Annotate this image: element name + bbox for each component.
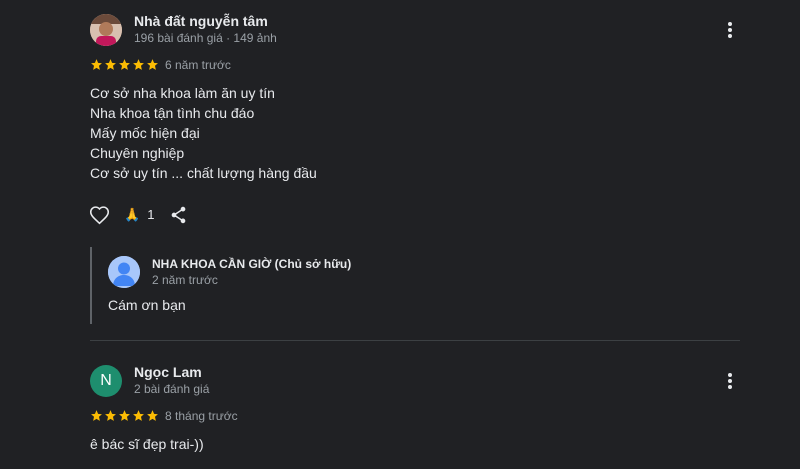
reviewer-name[interactable]: Nhà đất nguyễn tâm: [134, 13, 268, 29]
reviewer-name[interactable]: Ngọc Lam: [134, 364, 202, 380]
heart-icon: [89, 206, 110, 225]
star-icon: [119, 59, 130, 70]
star-icon: [119, 410, 130, 421]
star-rating: [90, 58, 159, 71]
owner-reply-text: Cám ơn bạn: [108, 297, 186, 313]
more-options-icon[interactable]: [718, 18, 742, 42]
review-line: Cơ sở nha khoa làm ăn uy tín: [90, 85, 275, 101]
star-icon: [105, 59, 116, 70]
star-icon: [91, 59, 102, 70]
reviewer-avatar[interactable]: N: [90, 365, 122, 397]
star-rating: [90, 409, 159, 422]
person-icon: [108, 256, 140, 288]
review-line: Cơ sở uy tín ... chất lượng hàng đầu: [90, 165, 317, 181]
reviewer-avatar[interactable]: [90, 14, 122, 46]
reaction-button[interactable]: 🙏 1: [124, 206, 154, 224]
like-button[interactable]: [89, 205, 110, 225]
review-date: 6 năm trước: [165, 58, 231, 72]
review-date: 8 tháng trước: [165, 409, 238, 423]
review-text: ê bác sĩ đẹp trai-)): [90, 436, 204, 452]
reviewer-meta: 2 bài đánh giá: [134, 382, 210, 396]
star-icon: [91, 410, 102, 421]
share-icon: [171, 206, 186, 224]
star-icon: [133, 59, 144, 70]
reviewer-photo-icon: [90, 14, 122, 46]
review-line: Nha khoa tận tình chu đáo: [90, 105, 255, 121]
avatar-letter: N: [100, 372, 112, 389]
star-icon: [133, 410, 144, 421]
reaction-count: 1: [147, 207, 155, 222]
review-line: Mấy mốc hiện đại: [90, 125, 200, 141]
share-button[interactable]: [170, 206, 187, 224]
star-icon: [147, 410, 158, 421]
review-line: Chuyên nghiệp: [90, 145, 185, 161]
review-text: Cơ sở nha khoa làm ăn uy tín Nha khoa tậ…: [90, 83, 317, 183]
reviewer-meta: 196 bài đánh giá · 149 ảnh: [134, 31, 277, 45]
owner-avatar: [108, 256, 140, 288]
owner-reply-date: 2 năm trước: [152, 273, 218, 287]
more-options-icon[interactable]: [718, 369, 742, 393]
reply-border: [90, 247, 92, 324]
pray-emoji-icon: 🙏: [124, 207, 141, 222]
star-icon: [147, 59, 158, 70]
owner-name: NHA KHOA CẦN GIỜ (Chủ sở hữu): [152, 257, 352, 271]
review-divider: [90, 340, 740, 341]
star-icon: [105, 410, 116, 421]
